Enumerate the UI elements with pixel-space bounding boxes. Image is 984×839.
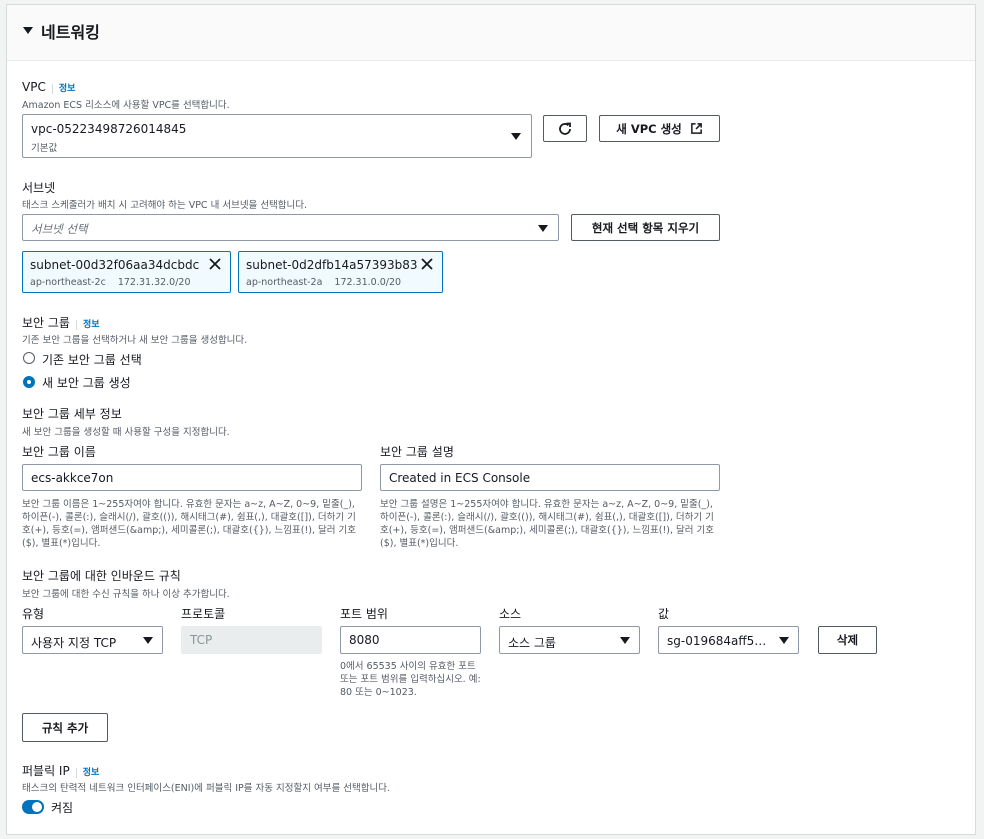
chevron-down-icon: [143, 637, 153, 644]
chevron-down-icon: [779, 637, 789, 644]
sg-desc-help: 보안 그룹 설명은 1~255자여야 합니다. 유효한 문자는 a~z, A~Z…: [380, 499, 715, 549]
column-type: 유형: [22, 607, 45, 621]
subnet-token: subnet-00d32f06aa34dcbdc ap-northeast-2c…: [22, 251, 231, 293]
column-value: 값: [658, 607, 670, 621]
chevron-down-icon: [620, 637, 630, 644]
external-link-icon: [690, 123, 702, 134]
radio-new-label[interactable]: 새 보안 그룹 생성: [42, 374, 131, 391]
subnet-label: 서브넷: [22, 181, 56, 195]
add-rule-label: 규칙 추가: [41, 720, 89, 735]
subnet-description: 태스크 스케줄러가 배치 시 고려해야 하는 VPC 내 서브넷을 선택합니다.: [22, 200, 308, 211]
vpc-description: Amazon ECS 리소스에 사용할 VPC를 선택합니다.: [22, 100, 230, 111]
subnet-token-cidr: 172.31.32.0/20: [117, 277, 191, 288]
vpc-label: VPC: [22, 80, 46, 94]
security-group-info-link[interactable]: 정보: [75, 320, 100, 330]
rule-port-input[interactable]: 8080: [340, 626, 481, 654]
rule-type-select[interactable]: 사용자 지정 TCP: [22, 626, 163, 654]
radio-new-security-group[interactable]: [23, 376, 35, 388]
rule-protocol-input: TCP: [181, 626, 322, 654]
inbound-rules-description: 보안 그룹에 대한 수신 규칙을 하나 이상 추가합니다.: [22, 589, 230, 600]
delete-rule-label: 삭제: [836, 633, 859, 647]
subnet-placeholder: 서브넷 선택: [31, 222, 88, 236]
rule-source-value: 소스 그룹: [508, 636, 556, 650]
public-ip-label-row: 퍼블릭 IP 정보: [22, 762, 100, 779]
subnet-select[interactable]: 서브넷 선택: [22, 214, 559, 241]
sg-details-label: 보안 그룹 세부 정보: [22, 407, 122, 421]
security-group-label: 보안 그룹: [22, 316, 70, 330]
column-protocol: 프로토콜: [181, 607, 226, 621]
clear-selection-button[interactable]: 현재 선택 항목 지우기: [571, 214, 720, 241]
rule-source-select[interactable]: 소스 그룹: [499, 626, 640, 654]
vpc-selected-sub: 기본값: [31, 143, 58, 154]
inbound-rules-label: 보안 그룹에 대한 인바운드 규칙: [22, 569, 181, 583]
create-vpc-label: 새 VPC 생성: [616, 121, 682, 136]
chevron-down-icon: [511, 133, 521, 140]
vpc-info-link[interactable]: 정보: [51, 84, 76, 94]
close-icon[interactable]: [208, 257, 222, 271]
rule-value-value: sg-019684aff5…: [667, 634, 767, 648]
sg-desc-input[interactable]: Created in ECS Console: [380, 464, 720, 491]
sg-name-label: 보안 그룹 이름: [22, 445, 96, 459]
column-port-range: 포트 범위: [340, 607, 388, 621]
subnet-token-id: subnet-0d2dfb14a57393b83: [246, 258, 418, 272]
clear-selection-label: 현재 선택 항목 지우기: [591, 220, 700, 235]
chevron-down-icon: [538, 225, 548, 232]
subnet-token-id: subnet-00d32f06aa34dcbdc: [30, 258, 200, 272]
sg-details-description: 새 보안 그룹을 생성할 때 사용할 구성을 지정합니다.: [22, 427, 230, 438]
subnet-token: subnet-0d2dfb14a57393b83 ap-northeast-2a…: [238, 251, 443, 293]
rule-value-select[interactable]: sg-019684aff5…: [658, 626, 799, 654]
subnet-token-cidr: 172.31.0.0/20: [334, 277, 402, 288]
vpc-selected-value: vpc-05223498726014845: [31, 122, 187, 136]
public-ip-label: 퍼블릭 IP: [22, 764, 70, 778]
sg-desc-label: 보안 그룹 설명: [380, 445, 454, 459]
subnet-token-meta: ap-northeast-2a 172.31.0.0/20: [246, 277, 401, 288]
security-group-label-row: 보안 그룹 정보: [22, 314, 100, 331]
section-title: 네트워킹: [41, 23, 100, 42]
public-ip-info-link[interactable]: 정보: [75, 768, 100, 778]
vpc-select[interactable]: vpc-05223498726014845 기본값: [22, 114, 532, 158]
rule-type-value: 사용자 지정 TCP: [31, 636, 117, 650]
sg-name-help: 보안 그룹 이름은 1~255자여야 합니다. 유효한 문자는 a~z, A~Z…: [22, 499, 357, 549]
radio-existing-label[interactable]: 기존 보안 그룹 선택: [42, 351, 142, 368]
security-group-description: 기존 보안 그룹을 선택하거나 새 보안 그룹을 생성합니다.: [22, 335, 248, 346]
vpc-label-row: VPC 정보: [22, 80, 76, 94]
delete-rule-button[interactable]: 삭제: [818, 626, 877, 654]
refresh-icon: [559, 122, 571, 135]
caret-down-icon[interactable]: [23, 27, 33, 34]
subnet-token-az: ap-northeast-2c: [30, 277, 106, 288]
subnet-token-meta: ap-northeast-2c 172.31.32.0/20: [30, 277, 191, 288]
close-icon[interactable]: [420, 257, 434, 271]
port-range-help: 0에서 65535 사이의 유효한 포트 또는 포트 범위를 입력하십시오. 예…: [340, 661, 481, 698]
public-ip-toggle[interactable]: [22, 800, 44, 814]
subnet-token-az: ap-northeast-2a: [246, 277, 323, 288]
radio-existing-security-group[interactable]: [23, 352, 35, 364]
column-source: 소스: [499, 607, 522, 621]
create-vpc-button[interactable]: 새 VPC 생성: [599, 115, 720, 142]
refresh-vpc-button[interactable]: [543, 115, 587, 142]
sg-name-input[interactable]: ecs-akkce7on: [22, 464, 362, 491]
add-rule-button[interactable]: 규칙 추가: [22, 713, 108, 742]
networking-section-header[interactable]: 네트워킹: [7, 5, 975, 61]
public-ip-toggle-label: 켜짐: [51, 801, 74, 815]
public-ip-description: 태스크의 탄력적 네트워크 인터페이스(ENI)에 퍼블릭 IP를 자동 지정할…: [22, 783, 390, 794]
